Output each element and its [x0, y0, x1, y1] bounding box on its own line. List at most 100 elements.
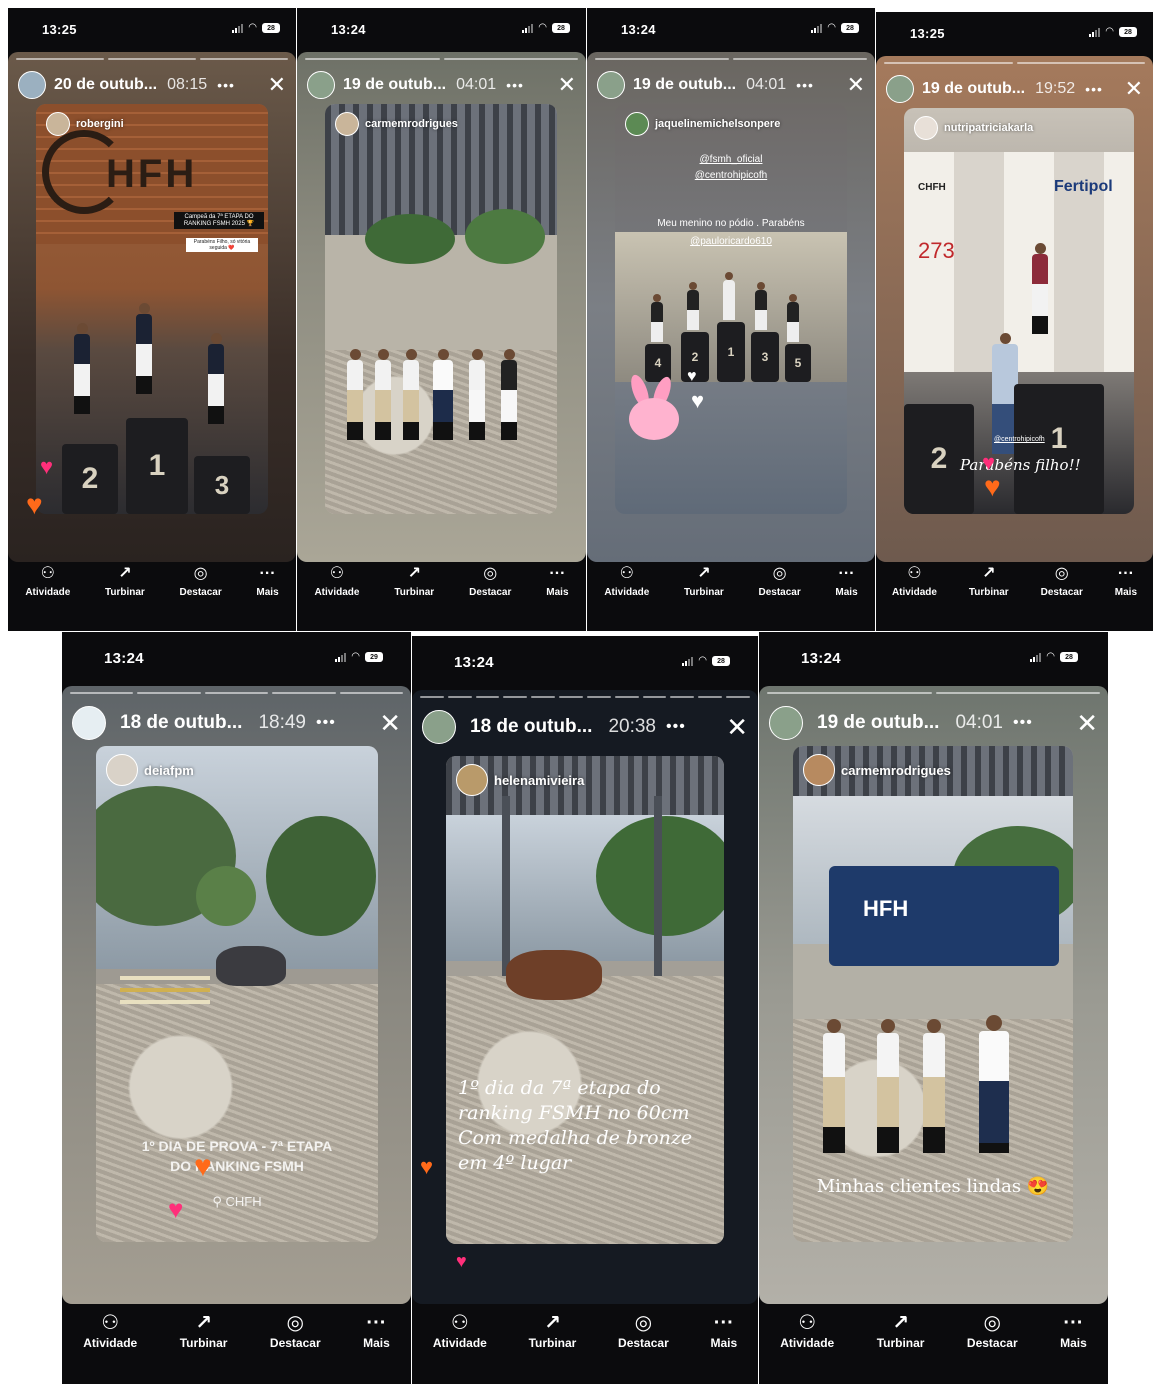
- post-owner[interactable]: helenamivieira: [456, 764, 584, 796]
- story-view[interactable]: 19 de outub... 04:01 ••• ✕ carmemrodrigu…: [759, 686, 1108, 1304]
- avatar[interactable]: [307, 71, 335, 99]
- more-button[interactable]: ··· Mais: [1060, 1313, 1087, 1350]
- more-options-icon[interactable]: •••: [316, 714, 336, 732]
- boost-button[interactable]: ↗ Turbinar: [529, 1312, 577, 1350]
- close-icon[interactable]: ✕: [379, 710, 401, 736]
- activity-icon: ⚇: [40, 565, 55, 582]
- activity-button[interactable]: ⚇ Atividade: [433, 1312, 487, 1350]
- post-owner[interactable]: jaquelinemichelsonpere: [625, 112, 780, 136]
- story-header: 19 de outub... 04:01 ••• ✕: [597, 68, 865, 102]
- more-button[interactable]: ··· Mais: [546, 565, 568, 598]
- more-options-icon[interactable]: •••: [217, 77, 235, 93]
- shared-post[interactable]: carmemrodrigues: [325, 104, 557, 514]
- more-button[interactable]: ··· Mais: [835, 565, 857, 598]
- shared-post[interactable]: jaquelinemichelsonpere @fsmh_oficial @ce…: [615, 104, 847, 514]
- more-options-icon[interactable]: •••: [796, 77, 814, 93]
- heart-icon: ♥: [984, 471, 1001, 502]
- more-options-icon[interactable]: •••: [666, 718, 686, 736]
- close-icon[interactable]: ✕: [847, 74, 865, 96]
- boost-icon: ↗: [544, 1312, 561, 1334]
- battery-icon: 29: [365, 652, 383, 662]
- status-time: 13:24: [621, 22, 656, 37]
- shared-post[interactable]: robergini HFH Campeã da 7ª ETAPA DO RANK…: [36, 104, 268, 514]
- story-header: 20 de outub... 08:15 ••• ✕: [18, 68, 286, 102]
- post-owner[interactable]: carmemrodrigues: [803, 754, 951, 786]
- close-icon[interactable]: ✕: [268, 74, 286, 96]
- activity-icon: ⚇: [619, 565, 634, 582]
- story-caption: Parabéns filho!!: [960, 456, 1081, 474]
- story-phone-4: 13:25 ◠ 28 19 de outub... 19:52 ••• ✕ nut…: [876, 12, 1153, 631]
- boost-button[interactable]: ↗ Turbinar: [684, 565, 724, 598]
- highlight-button[interactable]: ◎ Destacar: [270, 1313, 321, 1350]
- caption-box-2: Parabéns Filho, só vitória seguida ❤️: [186, 238, 258, 252]
- highlight-button[interactable]: ◎ Destacar: [469, 565, 511, 598]
- wifi-icon: ◠: [351, 651, 360, 662]
- close-icon[interactable]: ✕: [726, 714, 748, 740]
- highlight-button[interactable]: ◎ Destacar: [758, 565, 800, 598]
- highlight-button[interactable]: ◎ Destacar: [1041, 565, 1083, 598]
- boost-button[interactable]: ↗ Turbinar: [877, 1313, 925, 1350]
- activity-button[interactable]: ⚇ Atividade: [314, 565, 359, 598]
- story-view[interactable]: 19 de outub... 19:52 ••• ✕ nutripatricia…: [876, 56, 1153, 562]
- story-view[interactable]: 20 de outub... 08:15 ••• ✕ robergini HFH…: [8, 52, 296, 562]
- boost-button[interactable]: ↗ Turbinar: [969, 565, 1009, 598]
- story-view[interactable]: 19 de outub... 04:01 ••• ✕ carmemrodrigu…: [297, 52, 586, 562]
- highlight-button[interactable]: ◎ Destacar: [967, 1313, 1018, 1350]
- story-caption: 1º DIA DE PROVA - 7ª ETAPA: [141, 1138, 333, 1154]
- boost-button[interactable]: ↗ Turbinar: [180, 1313, 228, 1350]
- more-button[interactable]: ··· Mais: [1115, 565, 1137, 598]
- highlight-button[interactable]: ◎ Destacar: [179, 565, 221, 598]
- shared-post[interactable]: helenamivieira 1º dia da 7ª etapa do ran…: [446, 756, 724, 1244]
- activity-button[interactable]: ⚇ Atividade: [83, 1313, 137, 1350]
- story-view[interactable]: 18 de outub... 18:49 ••• ✕ deiafpm 1º DI…: [62, 686, 411, 1304]
- activity-button[interactable]: ⚇ Atividade: [892, 565, 937, 598]
- avatar[interactable]: [72, 706, 106, 740]
- battery-icon: 28: [552, 23, 570, 33]
- heart-icon: ♥: [687, 368, 697, 385]
- wifi-icon: ◠: [248, 22, 257, 33]
- podium-1: 1: [126, 418, 188, 514]
- story-phone-7: 13:24 ◠ 28 19 de outub... 04:01 ••• ✕ car…: [759, 632, 1108, 1384]
- avatar[interactable]: [18, 71, 46, 99]
- signal-icon: [335, 652, 347, 662]
- battery-icon: 28: [841, 23, 859, 33]
- caption-box: Campeã da 7ª ETAPA DO RANKING FSMH 2025 …: [174, 212, 264, 229]
- activity-button[interactable]: ⚇ Atividade: [25, 565, 70, 598]
- shared-post[interactable]: deiafpm 1º DIA DE PROVA - 7ª ETAPA DO RA…: [96, 746, 378, 1242]
- status-bar: 13:24 ◠ 28: [587, 8, 875, 58]
- more-button[interactable]: ··· Mais: [256, 565, 278, 598]
- close-icon[interactable]: ✕: [1076, 710, 1098, 736]
- avatar[interactable]: [769, 706, 803, 740]
- activity-icon: ⚇: [450, 1312, 469, 1334]
- post-owner[interactable]: carmemrodrigues: [335, 112, 458, 136]
- status-bar: 13:24 ◠ 29: [62, 632, 411, 682]
- more-options-icon[interactable]: •••: [506, 77, 524, 93]
- more-button[interactable]: ··· Mais: [363, 1313, 390, 1350]
- post-owner[interactable]: deiafpm: [106, 754, 194, 786]
- close-icon[interactable]: ✕: [558, 74, 576, 96]
- shared-post[interactable]: carmemrodrigues HFH Minhas clientes lind…: [793, 746, 1073, 1242]
- highlight-button[interactable]: ◎ Destacar: [618, 1313, 669, 1350]
- more-button[interactable]: ··· Mais: [710, 1313, 737, 1350]
- avatar[interactable]: [597, 71, 625, 99]
- story-bottom-bar: ⚇ Atividade ↗ Turbinar ◎ Destacar ··· Mais: [8, 565, 296, 631]
- boost-button[interactable]: ↗ Turbinar: [105, 565, 145, 598]
- avatar[interactable]: [886, 75, 914, 103]
- signal-icon: [1030, 652, 1042, 662]
- activity-button[interactable]: ⚇ Atividade: [604, 565, 649, 598]
- post-owner[interactable]: nutripatriciakarla: [914, 116, 1033, 140]
- avatar[interactable]: [422, 710, 456, 744]
- boost-button[interactable]: ↗ Turbinar: [394, 565, 434, 598]
- story-view[interactable]: 19 de outub... 04:01 ••• ✕ jaquelinemich…: [587, 52, 875, 562]
- status-time: 13:24: [801, 650, 841, 667]
- post-owner[interactable]: robergini: [46, 112, 124, 136]
- heart-icon: ♥: [691, 388, 705, 413]
- close-icon[interactable]: ✕: [1125, 78, 1143, 100]
- story-phone-5: 13:24 ◠ 29 18 de outub... 18:49 ••• ✕ dei…: [62, 632, 411, 1384]
- more-icon: ···: [549, 565, 566, 582]
- more-options-icon[interactable]: •••: [1013, 714, 1033, 732]
- story-view[interactable]: 18 de outub... 20:38 ••• ✕ helenamivieir…: [412, 690, 758, 1304]
- activity-button[interactable]: ⚇ Atividade: [780, 1313, 834, 1350]
- shared-post[interactable]: nutripatriciakarla CHFH Fertipol 273 2 1…: [904, 108, 1134, 514]
- more-options-icon[interactable]: •••: [1085, 81, 1103, 97]
